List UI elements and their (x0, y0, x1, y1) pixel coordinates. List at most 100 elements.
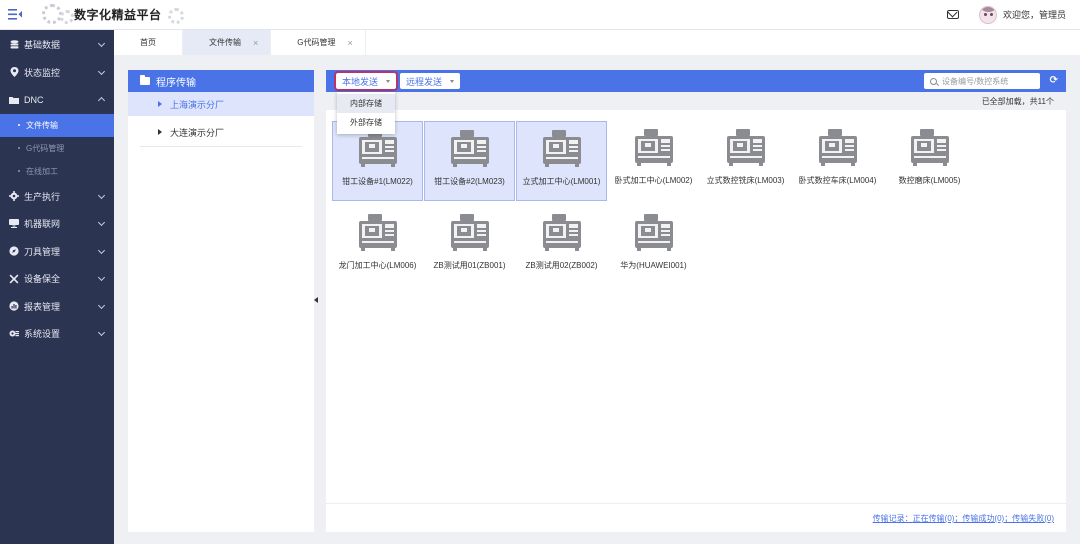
sidebar-item-label: 生产执行 (24, 191, 61, 202)
device-label: 钳工设备#1(LM022) (342, 177, 413, 186)
divider (326, 503, 1066, 504)
tree-node-label: 大连演示分厂 (170, 127, 225, 138)
device-card[interactable]: 龙门加工中心(LM006) (332, 206, 423, 286)
collapse-panel-icon[interactable] (314, 296, 319, 306)
device-label: 龙门加工中心(LM006) (338, 261, 417, 270)
network-icon (9, 219, 19, 229)
device-label: ZB测试用02(ZB002) (525, 261, 598, 270)
app-title: 数字化精益平台 (74, 8, 162, 22)
menu-item-internal-storage[interactable]: 内部存储 (337, 94, 395, 113)
cnc-machine-icon (542, 128, 582, 168)
caret-right-icon[interactable] (158, 129, 162, 135)
menu-item-external-storage[interactable]: 外部存储 (337, 113, 395, 132)
menu-collapse-icon[interactable] (0, 0, 30, 30)
tab-file-transfer[interactable]: 文件传输 × (183, 30, 272, 55)
remote-send-dropdown[interactable]: 远程发送 (400, 73, 461, 89)
loaded-count-text: 已全部加载，共11个 (981, 96, 1054, 106)
load-status-bar: 已全部加载，共11个 (326, 92, 1066, 110)
device-card[interactable]: 钳工设备#2(LM023) (424, 121, 515, 201)
device-label: 卧式加工中心(LM002) (614, 176, 693, 185)
close-icon[interactable]: × (253, 38, 258, 48)
sidebar-item-label: 系统设置 (24, 329, 61, 340)
device-card[interactable]: 数控磨床(LM005) (884, 121, 975, 201)
tree-title: 程序传输 (156, 77, 196, 89)
device-card[interactable]: 华为(HUAWEI001) (608, 206, 699, 286)
cnc-machine-icon (450, 128, 490, 168)
caret-down-icon (386, 79, 391, 83)
mail-icon[interactable] (946, 10, 959, 19)
local-send-dropdown[interactable]: 本地发送 (333, 71, 399, 91)
chevron-down-icon (97, 328, 106, 337)
compass-icon (9, 246, 19, 256)
sidebar-item-dnc[interactable]: DNC (0, 86, 114, 114)
sidebar-subitem-online-machining[interactable]: 在线加工 (0, 160, 114, 183)
cnc-machine-icon (726, 127, 766, 167)
sidebar-subitem-label: 在线加工 (26, 166, 58, 176)
sidebar-subitem-label: G代码管理 (26, 143, 65, 153)
device-label: 数控磨床(LM005) (898, 176, 961, 185)
chevron-up-icon (97, 96, 106, 105)
cnc-machine-icon (358, 128, 398, 168)
device-search[interactable] (924, 73, 1040, 89)
tab-label: 首页 (140, 38, 156, 47)
bullet-icon (18, 147, 20, 149)
caret-right-icon[interactable] (158, 101, 162, 107)
user-area: 欢迎您，管理员 (946, 5, 1080, 24)
tab-gcode-management[interactable]: G代码管理 × (271, 30, 366, 55)
transfer-log-link[interactable]: 传输记录：正在传输(0)；传输成功(0)；传输失败(0) (873, 513, 1054, 524)
sidebar-item-equipment-maintenance[interactable]: 设备保全 (0, 265, 114, 293)
tab-home[interactable]: 首页 (114, 30, 183, 55)
sidebar-item-label: 机器联网 (24, 219, 61, 230)
cnc-machine-icon (542, 212, 582, 252)
bullet-icon (18, 170, 20, 172)
tab-label: G代码管理 (297, 38, 336, 47)
refresh-icon[interactable]: ⟳ (1050, 75, 1058, 86)
caret-down-icon (450, 79, 455, 83)
close-icon[interactable]: × (348, 38, 353, 48)
sidebar-subitem-label: 文件传输 (26, 120, 58, 130)
device-label: ZB测试用01(ZB001) (433, 261, 506, 270)
sidebar-subitem-file-transfer[interactable]: 文件传输 (0, 113, 114, 137)
divider (140, 146, 302, 147)
search-input[interactable] (942, 76, 1038, 86)
program-transfer-tree-panel: 程序传输 上海演示分厂 大连演示分厂 (128, 70, 314, 532)
chevron-down-icon (97, 39, 106, 48)
device-card[interactable]: ZB测试用01(ZB001) (424, 206, 515, 286)
sidebar-item-basic-data[interactable]: 基础数据 (0, 31, 114, 59)
top-header: 数字化精益平台 欢迎您，管理员 (0, 0, 1080, 30)
welcome-text[interactable]: 欢迎您，管理员 (1003, 8, 1066, 21)
user-avatar[interactable] (978, 5, 997, 24)
sidebar-item-reports[interactable]: 报表管理 (0, 293, 114, 321)
tree-node-dalian[interactable]: 大连演示分厂 (128, 120, 314, 144)
remote-send-label: 远程发送 (406, 76, 443, 87)
device-label: 钳工设备#2(LM023) (434, 177, 505, 186)
sidebar-subitem-gcode[interactable]: G代码管理 (0, 137, 114, 160)
device-label: 卧式数控车床(LM004) (798, 176, 877, 185)
tree-node-shanghai[interactable]: 上海演示分厂 (128, 92, 314, 116)
main-panel: 本地发送 远程发送 ⟳ 已全部加载，共11个 钳工设备#1(LM022) 钳工设备… (326, 70, 1066, 532)
device-card[interactable]: 卧式数控车床(LM004) (792, 121, 883, 201)
database-icon (9, 40, 19, 50)
chevron-down-icon (97, 246, 106, 254)
device-label: 华为(HUAWEI001) (620, 261, 687, 270)
tree-header: 程序传输 (128, 70, 314, 92)
sidebar-item-system-settings[interactable]: 系统设置 (0, 320, 114, 348)
device-card[interactable]: 立式数控铣床(LM003) (700, 121, 791, 201)
settings-icon (9, 329, 19, 339)
search-icon (930, 77, 937, 85)
cnc-machine-icon (634, 212, 674, 252)
device-card[interactable]: 卧式加工中心(LM002) (608, 121, 699, 201)
sidebar-item-label: 基础数据 (24, 40, 61, 51)
tab-label: 文件传输 (209, 38, 241, 47)
sidebar-item-label: 状态监控 (24, 67, 61, 78)
chart-icon (9, 301, 19, 311)
local-send-menu: 内部存储 外部存储 (337, 92, 395, 134)
sidebar-item-tools[interactable]: 刀具管理 (0, 238, 114, 266)
folder-icon (9, 95, 19, 105)
sidebar-item-production[interactable]: 生产执行 (0, 183, 114, 211)
device-card[interactable]: ZB测试用02(ZB002) (516, 206, 607, 286)
sidebar-item-status-monitor[interactable]: 状态监控 (0, 59, 114, 87)
sidebar-item-networking[interactable]: 机器联网 (0, 210, 114, 238)
device-card[interactable]: 立式加工中心(LM001) (516, 121, 607, 201)
device-label: 立式数控铣床(LM003) (706, 176, 785, 185)
